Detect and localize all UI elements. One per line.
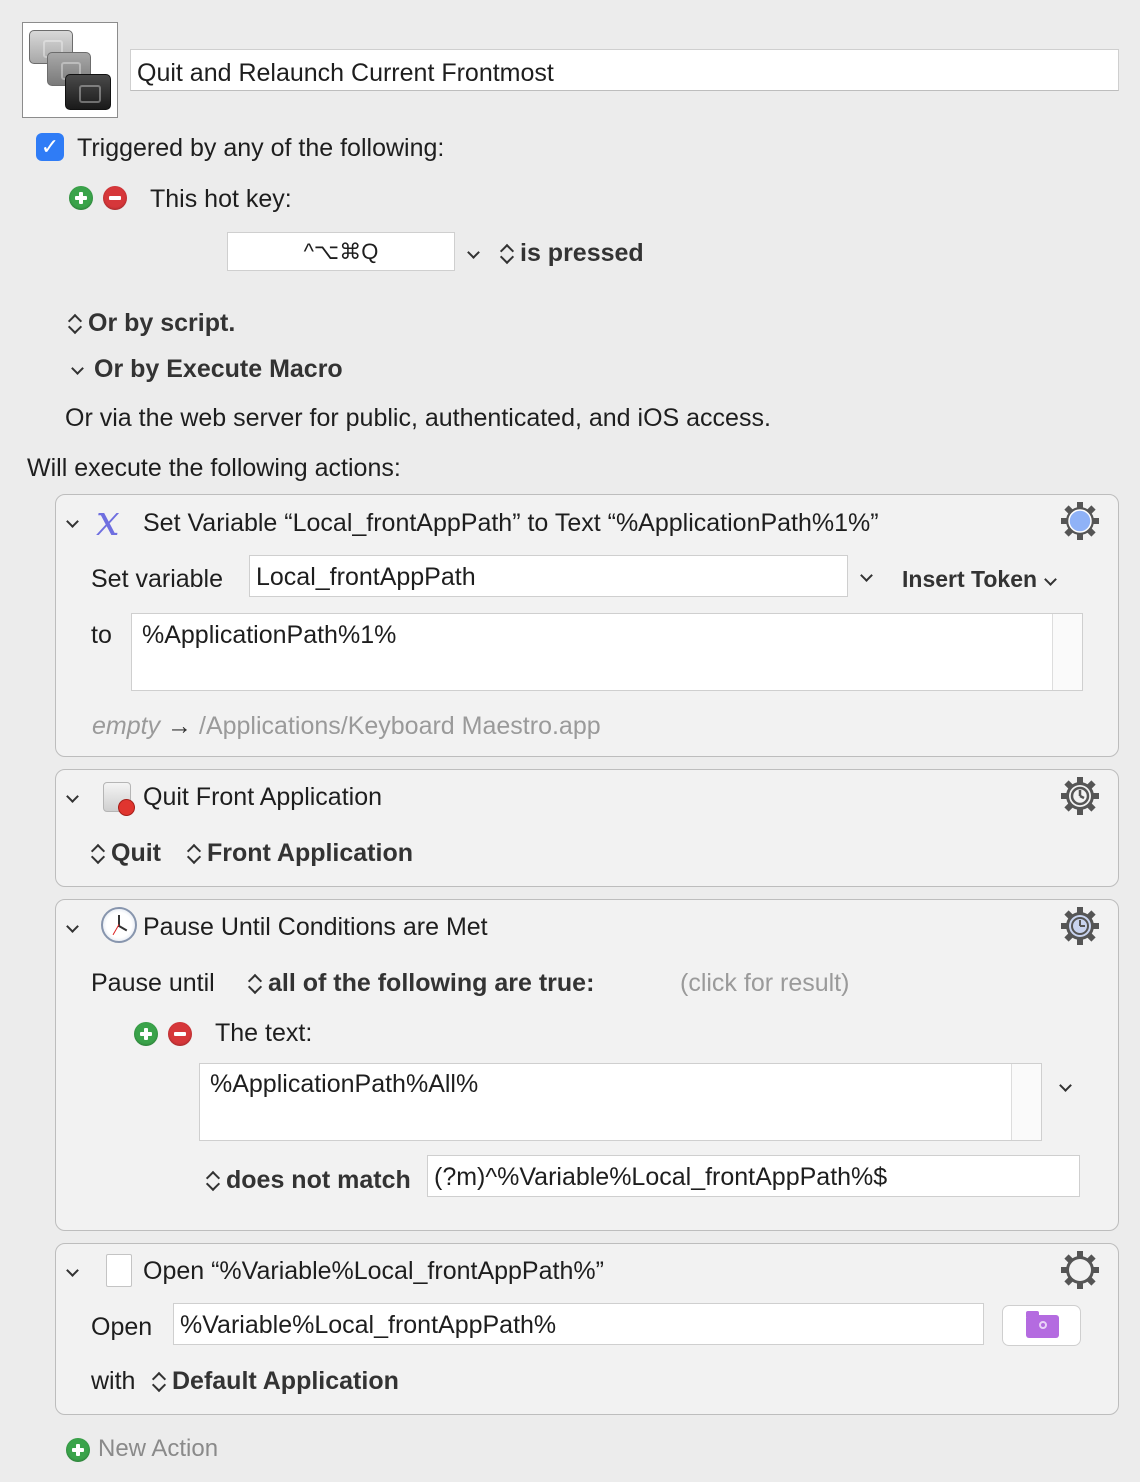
- pause-until-label: Pause until: [91, 969, 215, 997]
- updown-icon: [187, 843, 201, 865]
- pattern-field[interactable]: (?m)^%Variable%Local_frontAppPath%$: [427, 1155, 1080, 1197]
- collapse-chevron-icon[interactable]: [65, 1263, 79, 1281]
- action-open-file[interactable]: Open “%Variable%Local_frontAppPath%” Ope…: [55, 1243, 1119, 1415]
- collapse-chevron-icon[interactable]: [65, 789, 79, 807]
- to-value-textarea[interactable]: %ApplicationPath%1%: [131, 613, 1083, 691]
- hotkey-state-popup[interactable]: is pressed: [500, 239, 644, 268]
- updown-icon: [500, 243, 514, 265]
- chevron-down-icon: [1043, 574, 1057, 588]
- remove-trigger-button[interactable]: [103, 186, 127, 210]
- condition-mode-popup[interactable]: all of the following are true:: [248, 969, 594, 998]
- folder-icon: [1026, 1311, 1059, 1338]
- collapse-chevron-icon[interactable]: [65, 514, 79, 532]
- updown-icon: [248, 973, 262, 995]
- result-preview: empty → /Applications/Keyboard Maestro.a…: [92, 712, 601, 740]
- hotkey-dropdown-chevron-icon[interactable]: [466, 245, 480, 263]
- choose-file-button[interactable]: [1002, 1305, 1081, 1346]
- quit-app-icon: [103, 782, 135, 816]
- application-popup[interactable]: Default Application: [152, 1367, 399, 1396]
- remove-condition-button[interactable]: [168, 1022, 192, 1046]
- condition-dropdown-chevron-icon[interactable]: [1058, 1078, 1072, 1096]
- variable-name-field[interactable]: Local_frontAppPath: [249, 555, 848, 597]
- variable-dropdown-chevron-icon[interactable]: [859, 568, 873, 586]
- open-path-field[interactable]: %Variable%Local_frontAppPath%: [173, 1303, 984, 1345]
- add-condition-button[interactable]: [134, 1022, 158, 1046]
- gear-icon[interactable]: [1060, 1250, 1100, 1290]
- hotkey-label: This hot key:: [150, 185, 292, 213]
- target-application-popup[interactable]: Front Application: [187, 839, 413, 868]
- triggered-label: Triggered by any of the following:: [77, 134, 445, 162]
- updown-icon: [152, 1371, 166, 1393]
- updown-icon: [91, 843, 105, 865]
- add-trigger-button[interactable]: [69, 186, 93, 210]
- action-pause-until[interactable]: Pause Until Conditions are Met Pause unt…: [55, 899, 1119, 1231]
- quit-mode-popup[interactable]: Quit: [91, 839, 161, 868]
- open-label: Open: [91, 1313, 153, 1341]
- updown-icon: [206, 1170, 220, 1192]
- document-icon: [106, 1254, 132, 1287]
- new-action-icon[interactable]: [66, 1438, 90, 1462]
- new-action-button[interactable]: New Action: [98, 1435, 218, 1463]
- action-set-variable[interactable]: x Set Variable “Local_frontAppPath” to T…: [55, 494, 1119, 757]
- action-title: Pause Until Conditions are Met: [143, 913, 488, 941]
- hotkey-field[interactable]: ^⌥⌘Q: [227, 232, 455, 271]
- action-quit-front-application[interactable]: Quit Front Application Quit Front Applic…: [55, 769, 1119, 887]
- chevron-down-icon: [70, 363, 84, 377]
- match-mode-popup[interactable]: does not match: [206, 1166, 411, 1195]
- click-for-result[interactable]: (click for result): [680, 969, 849, 998]
- textarea-scrollbar[interactable]: [1011, 1064, 1041, 1140]
- or-by-script-disclosure[interactable]: Or by script.: [68, 309, 235, 338]
- updown-icon: [68, 313, 82, 335]
- gear-icon[interactable]: [1060, 501, 1100, 541]
- will-execute-label: Will execute the following actions:: [27, 454, 401, 482]
- action-title: Open “%Variable%Local_frontAppPath%”: [143, 1257, 604, 1285]
- or-by-execute-macro-disclosure[interactable]: Or by Execute Macro: [70, 355, 343, 384]
- to-label: to: [91, 621, 112, 649]
- textarea-scrollbar[interactable]: [1052, 614, 1082, 690]
- set-variable-label: Set variable: [91, 565, 224, 593]
- triggered-checkbox[interactable]: ✓: [36, 133, 64, 161]
- condition-text-field[interactable]: %ApplicationPath%All%: [199, 1063, 1042, 1141]
- action-title: Set Variable “Local_frontAppPath” to Tex…: [143, 509, 879, 537]
- insert-token-button[interactable]: Insert Token: [902, 566, 1057, 593]
- condition-label: The text:: [215, 1019, 313, 1047]
- macro-icon[interactable]: [22, 22, 118, 118]
- collapse-chevron-icon[interactable]: [65, 919, 79, 937]
- with-label: with: [91, 1367, 136, 1395]
- gear-icon[interactable]: [1060, 776, 1100, 816]
- gear-icon[interactable]: [1060, 906, 1100, 946]
- clock-icon: [101, 907, 137, 943]
- web-server-text: Or via the web server for public, authen…: [65, 404, 771, 432]
- macro-title-field[interactable]: Quit and Relaunch Current Frontmost: [130, 49, 1119, 91]
- variable-icon: x: [96, 496, 120, 545]
- action-title: Quit Front Application: [143, 783, 383, 811]
